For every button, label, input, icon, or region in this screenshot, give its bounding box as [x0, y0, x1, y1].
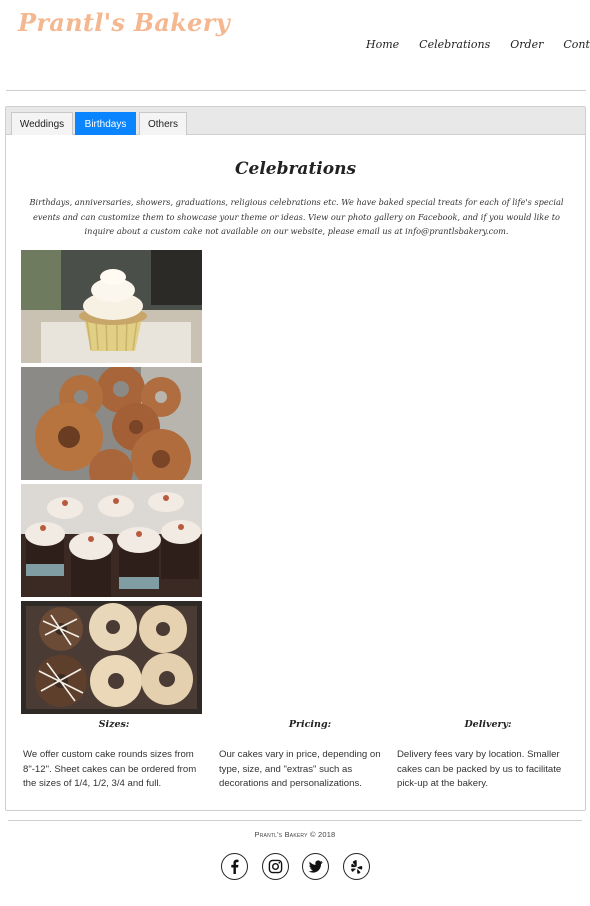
instagram-icon[interactable] — [262, 853, 289, 880]
drizzled-donuts-photo — [21, 601, 202, 714]
facebook-icon[interactable] — [221, 853, 248, 880]
delivery-text: Delivery fees vary by location. Smaller … — [397, 749, 562, 789]
copyright-text: Prantl's Bakery © 2018 — [254, 830, 336, 839]
sizes-section: Sizes: We offer custom cake rounds sizes… — [23, 719, 205, 792]
nav-home[interactable]: Home — [366, 38, 399, 51]
site-logo[interactable]: Prantl's Bakery — [18, 8, 230, 37]
tab-others[interactable]: Others — [139, 112, 187, 135]
intro-text: Birthdays, anniversaries, showers, gradu… — [29, 197, 564, 236]
nav-contact[interactable]: Contact — [563, 38, 590, 51]
footer-divider — [8, 820, 582, 821]
yelp-icon[interactable] — [343, 853, 370, 880]
celebrations-panel: Weddings Birthdays Others Celebrations B… — [5, 106, 586, 811]
pricing-section: Pricing: Our cakes vary in price, depend… — [219, 719, 401, 792]
page-title: Celebrations — [234, 159, 357, 179]
pricing-text: Our cakes vary in price, depending on ty… — [219, 749, 381, 789]
chocolate-cupcakes-photo — [21, 484, 202, 597]
pricing-heading: Pricing: — [288, 719, 332, 730]
twitter-icon[interactable] — [302, 853, 329, 880]
nav-order[interactable]: Order — [510, 38, 543, 51]
sizes-heading: Sizes: — [98, 719, 130, 730]
nav-celebrations[interactable]: Celebrations — [419, 38, 490, 51]
main-nav: Home Celebrations Order Contact — [366, 38, 590, 51]
glazed-donuts-photo — [21, 367, 202, 480]
site-header: Prantl's Bakery Home Celebrations Order … — [0, 0, 590, 92]
header-divider — [6, 90, 586, 91]
cupcake-photo — [21, 250, 202, 363]
sizes-text: We offer custom cake rounds sizes from 8… — [23, 749, 197, 789]
delivery-section: Delivery: Delivery fees vary by location… — [397, 719, 579, 792]
delivery-heading: Delivery: — [464, 719, 512, 730]
tab-bar: Weddings Birthdays Others — [6, 107, 585, 135]
tab-weddings[interactable]: Weddings — [11, 112, 73, 135]
tab-birthdays[interactable]: Birthdays — [75, 112, 136, 135]
